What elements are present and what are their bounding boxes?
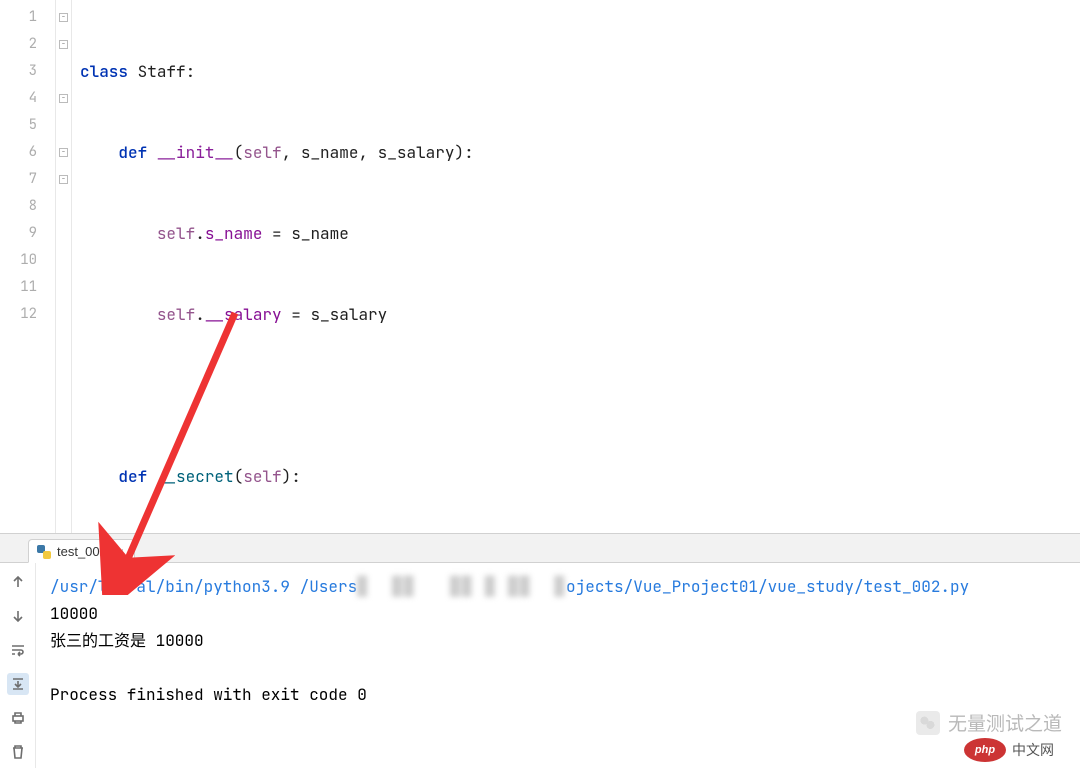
run-tabs-row: test_002 ×: [0, 534, 1080, 563]
code-line[interactable]: class Staff:: [72, 58, 1080, 85]
run-tool-window: test_002 × /usr/lo al/bin/pyth: [0, 534, 1080, 768]
line-number-gutter: 1 2 3 4 5 6 7 8 9 10 11 12: [0, 0, 56, 533]
scroll-to-end-button[interactable]: [7, 673, 29, 695]
line-number: 8: [0, 193, 55, 220]
line-number: 10: [0, 247, 55, 274]
console-exit-line: Process finished with exit code 0: [50, 684, 367, 705]
fold-gutter: − − − − −: [56, 0, 72, 533]
line-number: 12: [0, 301, 55, 328]
line-number: 6: [0, 139, 55, 166]
console-path-part: /usr/lo: [50, 576, 117, 597]
line-number: 5: [0, 112, 55, 139]
console-path-part: ojects/Vue_Project01/vue_study/test_002.…: [566, 576, 969, 597]
console-output[interactable]: /usr/lo al/bin/python3.9 /Users█ ██ ██ █…: [36, 563, 1080, 768]
fold-end-icon[interactable]: −: [59, 94, 68, 103]
fold-end-icon[interactable]: −: [59, 175, 68, 184]
fold-toggle-icon[interactable]: −: [59, 40, 68, 49]
scroll-down-button[interactable]: [7, 605, 29, 627]
console-toolbar: [0, 563, 36, 768]
run-tab-test_002[interactable]: test_002 ×: [28, 539, 135, 563]
fold-toggle-icon[interactable]: −: [59, 148, 68, 157]
code-editor-pane: 1 2 3 4 5 6 7 8 9 10 11 12 − − − − − cla…: [0, 0, 1080, 534]
fold-toggle-icon[interactable]: −: [59, 13, 68, 22]
line-number: 11: [0, 274, 55, 301]
run-tab-label: test_002: [57, 544, 107, 559]
line-number: 3: [0, 58, 55, 85]
code-line[interactable]: self.__salary = s_salary: [72, 301, 1080, 328]
line-number: 7: [0, 166, 55, 193]
line-number: 9: [0, 220, 55, 247]
soft-wrap-button[interactable]: [7, 639, 29, 661]
line-number: 2: [0, 31, 55, 58]
line-number: 4: [0, 85, 55, 112]
python-file-icon: [37, 545, 51, 559]
line-number: 1: [0, 4, 55, 31]
code-line[interactable]: def __secret(self):: [72, 463, 1080, 490]
redacted-path: █ ██ ██ █ ██ █: [357, 576, 566, 597]
console-line: 10000: [50, 603, 98, 624]
code-line[interactable]: def __init__(self, s_name, s_salary):: [72, 139, 1080, 166]
code-line[interactable]: [72, 382, 1080, 409]
print-button[interactable]: [7, 707, 29, 729]
console-path-part: al/bin/python3.9 /Users: [136, 576, 357, 597]
console-line: 张三的工资是 10000: [50, 630, 204, 651]
code-area[interactable]: class Staff: def __init__(self, s_name, …: [72, 0, 1080, 533]
delete-button[interactable]: [7, 741, 29, 763]
close-tab-icon[interactable]: ×: [117, 545, 124, 559]
console-body: /usr/lo al/bin/python3.9 /Users█ ██ ██ █…: [0, 563, 1080, 768]
scroll-up-button[interactable]: [7, 571, 29, 593]
code-line[interactable]: self.s_name = s_name: [72, 220, 1080, 247]
